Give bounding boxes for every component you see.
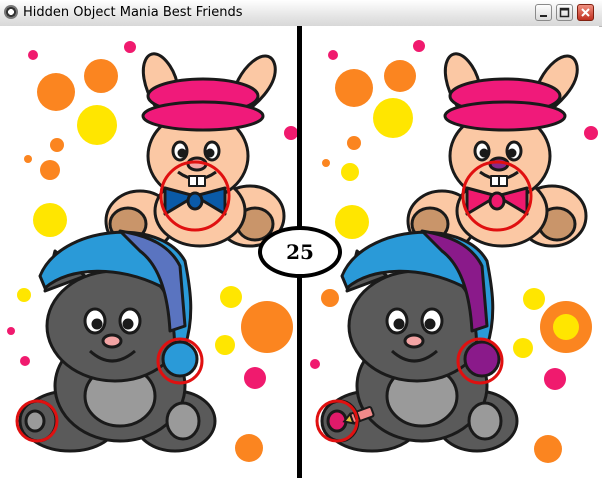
window-title: Hidden Object Mania Best Friends	[23, 5, 243, 20]
left-picture[interactable]	[0, 26, 297, 478]
minimize-icon	[540, 15, 547, 17]
title-bar[interactable]: Hidden Object Mania Best Friends	[0, 0, 602, 27]
differences-remaining-value: 25	[286, 240, 314, 264]
bunny	[104, 52, 286, 253]
close-icon	[581, 8, 590, 17]
close-button[interactable]	[577, 4, 594, 21]
game-window: Hidden Object Mania Best Friends 25	[0, 0, 602, 478]
bunny	[406, 52, 588, 253]
right-picture[interactable]	[302, 26, 599, 478]
minimize-button[interactable]	[535, 4, 552, 21]
app-icon	[4, 5, 18, 19]
differences-counter: 25	[258, 226, 342, 278]
maximize-icon	[559, 7, 570, 18]
maximize-button[interactable]	[556, 4, 573, 21]
